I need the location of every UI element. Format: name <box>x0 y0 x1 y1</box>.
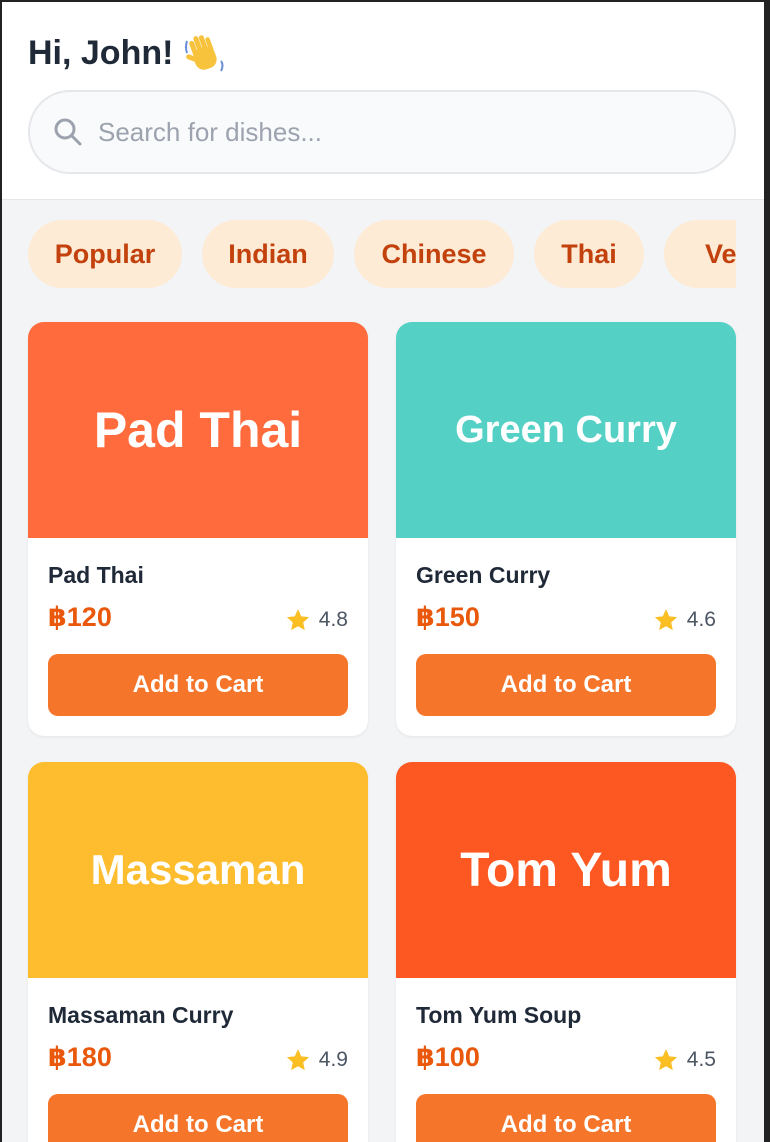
dish-name: Pad Thai <box>48 562 144 588</box>
dish-card[interactable]: Tom Yum Tom Yum Soup ฿100 4.5 Add to Car… <box>396 762 736 1142</box>
dish-card[interactable]: Massaman Massaman Curry ฿180 4.9 Add to … <box>28 762 368 1142</box>
dish-card[interactable]: Green Curry Green Curry ฿150 4.6 Add to … <box>396 322 736 736</box>
dish-rating: 4.6 <box>653 606 716 634</box>
rating-value: 4.8 <box>318 608 348 631</box>
app-screen: Hi, John! Search for dishes... Popular I… <box>2 2 764 1142</box>
rating-value: 4.6 <box>686 608 716 631</box>
add-to-cart-button[interactable]: Add to Cart <box>416 1094 716 1142</box>
dish-card[interactable]: Pad Thai Pad Thai ฿120 4.8 Add to Cart <box>28 322 368 736</box>
dish-image: Tom Yum <box>396 762 736 978</box>
dish-rating: 4.5 <box>653 1046 716 1074</box>
star-icon <box>653 1047 679 1073</box>
header: Hi, John! <box>2 2 764 200</box>
greeting: Hi, John! <box>28 30 227 76</box>
rating-value: 4.5 <box>686 1048 716 1071</box>
category-chips: Popular Indian Chinese Thai Veg <box>28 220 736 290</box>
star-icon <box>285 1047 311 1073</box>
waving-hand-icon <box>183 31 227 75</box>
dish-price: ฿100 <box>416 1042 480 1072</box>
dish-image: Pad Thai <box>28 322 368 538</box>
category-chip-indian[interactable]: Indian <box>202 220 334 288</box>
dish-price: ฿150 <box>416 602 480 632</box>
star-icon <box>653 607 679 633</box>
dish-name: Massaman Curry <box>48 1002 234 1028</box>
dish-image: Green Curry <box>396 322 736 538</box>
dish-rating: 4.9 <box>285 1046 348 1074</box>
greeting-text: Hi, John! <box>28 33 174 72</box>
category-chip-popular[interactable]: Popular <box>28 220 182 288</box>
dish-price: ฿120 <box>48 602 112 632</box>
star-icon <box>285 607 311 633</box>
dish-price: ฿180 <box>48 1042 112 1072</box>
add-to-cart-button[interactable]: Add to Cart <box>416 654 716 716</box>
dish-name: Tom Yum Soup <box>416 1002 582 1028</box>
dish-image: Massaman <box>28 762 368 978</box>
category-chip-chinese[interactable]: Chinese <box>354 220 514 288</box>
search-bar[interactable] <box>28 90 736 174</box>
dish-rating: 4.8 <box>285 606 348 634</box>
add-to-cart-button[interactable]: Add to Cart <box>48 1094 348 1142</box>
search-input[interactable] <box>98 108 698 156</box>
category-chip-thai[interactable]: Thai <box>534 220 644 288</box>
dish-name: Green Curry <box>416 562 551 588</box>
category-chip-veg[interactable]: Veg <box>664 220 736 288</box>
search-icon <box>52 116 84 148</box>
add-to-cart-button[interactable]: Add to Cart <box>48 654 348 716</box>
rating-value: 4.9 <box>318 1048 348 1071</box>
